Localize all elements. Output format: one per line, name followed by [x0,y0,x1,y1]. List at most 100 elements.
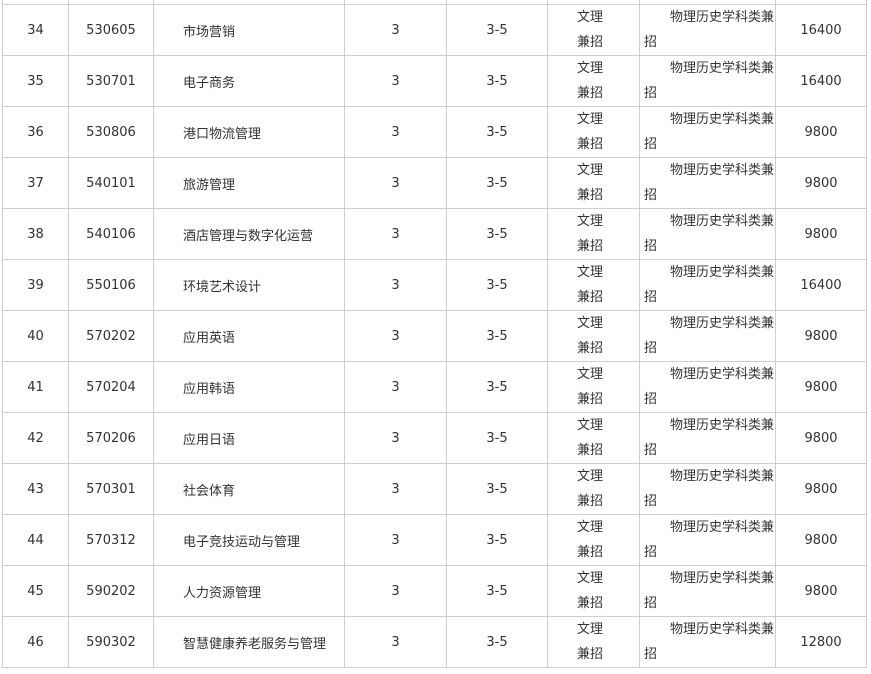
study-years-cell: 3 [344,106,447,158]
subject-note-line-2: 招 [644,545,658,560]
row-number-cell: 44 [2,514,69,566]
subject-type-cell: 文理 兼招 [547,310,640,362]
major-code-cell: 570204 [68,361,154,413]
table-row: 36 530806 港口物流管理 3 3-5 文理 兼招 物理历史学科类兼招 9800 [2,106,867,158]
subject-note-line-2: 招 [644,188,658,203]
subject-note-line-2: 招 [644,494,658,509]
subject-note-cell: 物理历史学科类兼招 [639,157,776,209]
subject-type-line-2: 兼招 [577,137,604,152]
tuition-fee-cell: 9800 [775,412,867,464]
subject-type-line-1: 文理 [577,622,604,637]
study-years-cell: 3 [344,412,447,464]
table-row: 39 550106 环境艺术设计 3 3-5 文理 兼招 物理历史学科类兼招 16400 [2,259,867,311]
subject-note-line-1: 物理历史学科类兼 [670,10,775,25]
major-name-cell: 市场营销 [153,4,345,56]
tuition-fee-cell: 9800 [775,208,867,260]
row-number-cell: 46 [2,616,69,668]
study-years-cell: 3 [344,514,447,566]
subject-type-line-2: 兼招 [577,341,604,356]
table-row: 45 590202 人力资源管理 3 3-5 文理 兼招 物理历史学科类兼招 9800 [2,565,867,617]
tuition-fee-cell: 16400 [775,259,867,311]
major-name-cell: 电子竞技运动与管理 [153,514,345,566]
major-name-cell: 旅游管理 [153,157,345,209]
tuition-fee-cell: 9800 [775,463,867,515]
subject-note-line-2: 招 [644,290,658,305]
major-code-cell: 570301 [68,463,154,515]
tuition-fee-cell: 9800 [775,310,867,362]
years-range-cell: 3-5 [446,157,548,209]
years-range-cell: 3-5 [446,565,548,617]
subject-type-line-2: 兼招 [577,86,604,101]
years-range-cell: 3-5 [446,514,548,566]
years-range-cell: 3-5 [446,55,548,107]
major-name-cell: 酒店管理与数字化运营 [153,208,345,260]
subject-note-line-2: 招 [644,392,658,407]
table-row: 42 570206 应用日语 3 3-5 文理 兼招 物理历史学科类兼招 9800 [2,412,867,464]
major-code-cell: 570202 [68,310,154,362]
tuition-fee-cell: 16400 [775,55,867,107]
tuition-fee-cell: 9800 [775,106,867,158]
subject-note-cell: 物理历史学科类兼招 [639,412,776,464]
subject-type-line-2: 兼招 [577,647,604,662]
table-row: 40 570202 应用英语 3 3-5 文理 兼招 物理历史学科类兼招 9800 [2,310,867,362]
majors-table: 3334530605市场营销33-5文理兼招物理历史学科类兼招164003553… [2,0,867,668]
major-name-cell: 智慧健康养老服务与管理 [153,616,345,668]
subject-note-line-1: 物理历史学科类兼 [670,469,775,484]
subject-type-line-1: 文理 [577,10,604,25]
subject-type-cell: 文理 兼招 [547,463,640,515]
tuition-fee-cell: 16400 [775,4,867,56]
row-number-cell: 38 [2,208,69,260]
years-range-cell: 3-5 [446,259,548,311]
subject-type-line-2: 兼招 [577,188,604,203]
row-number-cell: 43 [2,463,69,515]
subject-note-line-1: 物理历史学科类兼 [670,367,775,382]
subject-type-line-1: 文理 [577,367,604,382]
subject-note-line-1: 物理历史学科类兼 [670,61,775,76]
tuition-fee-cell: 12800 [775,616,867,668]
major-name-cell: 应用韩语 [153,361,345,413]
subject-type-line-1: 文理 [577,469,604,484]
major-code-cell: 540101 [68,157,154,209]
major-code-cell: 540106 [68,208,154,260]
subject-note-line-2: 招 [644,137,658,152]
row-number-cell: 36 [2,106,69,158]
major-code-cell: 590302 [68,616,154,668]
subject-type-cell: 文理 兼招 [547,259,640,311]
tuition-fee-cell: 9800 [775,514,867,566]
subject-note-line-1: 物理历史学科类兼 [670,214,775,229]
subject-note-cell: 物理历史学科类兼招 [639,565,776,617]
row-number-cell: 34 [2,4,69,56]
major-code-cell: 530806 [68,106,154,158]
subject-type-line-1: 文理 [577,214,604,229]
major-name-cell: 社会体育 [153,463,345,515]
subject-type-line-1: 文理 [577,265,604,280]
subject-note-line-2: 招 [644,35,658,50]
subject-type-cell: 文理 兼招 [547,412,640,464]
table-row: 43 570301 社会体育 3 3-5 文理 兼招 物理历史学科类兼招 9800 [2,463,867,515]
subject-type-cell: 文理 兼招 [547,55,640,107]
years-range-cell: 3-5 [446,616,548,668]
row-number-cell: 37 [2,157,69,209]
subject-type-cell: 文理 兼招 [547,106,640,158]
subject-note-cell: 物理历史学科类兼招 [639,463,776,515]
subject-note-cell: 物理历史学科类兼招 [639,514,776,566]
study-years-cell: 3 [344,4,447,56]
table-row: 44 570312 电子竞技运动与管理 3 3-5 文理 兼招 物理历史学科类兼招 9800 [2,514,867,566]
subject-type-cell: 文理 兼招 [547,565,640,617]
table-row: 37 540101 旅游管理 3 3-5 文理 兼招 物理历史学科类兼招 9800 [2,157,867,209]
subject-note-line-2: 招 [644,443,658,458]
subject-type-line-1: 文理 [577,61,604,76]
years-range-cell: 3-5 [446,361,548,413]
major-name-cell: 应用日语 [153,412,345,464]
major-code-cell: 550106 [68,259,154,311]
study-years-cell: 3 [344,361,447,413]
subject-type-line-2: 兼招 [577,596,604,611]
subject-type-line-1: 文理 [577,163,604,178]
row-number-cell: 41 [2,361,69,413]
subject-type-line-2: 兼招 [577,392,604,407]
subject-note-line-2: 招 [644,647,658,662]
subject-type-line-2: 兼招 [577,290,604,305]
major-name-cell: 人力资源管理 [153,565,345,617]
subject-note-line-1: 物理历史学科类兼 [670,520,775,535]
major-code-cell: 530701 [68,55,154,107]
